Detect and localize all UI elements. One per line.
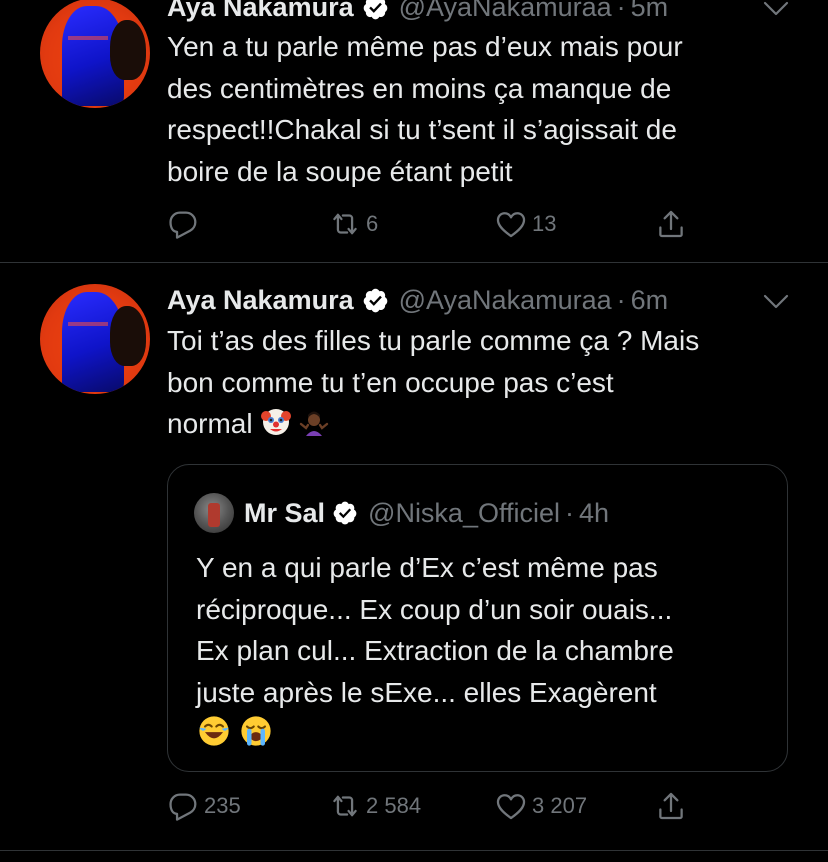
avatar-caption — [68, 36, 108, 40]
chevron-down-icon[interactable] — [762, 293, 790, 311]
like-button[interactable]: 3 207 — [494, 788, 587, 824]
quoted-author-name: Mr Sal — [244, 497, 326, 528]
share-icon — [654, 789, 688, 823]
reply-icon — [166, 789, 200, 823]
separator-dot: · — [616, 0, 626, 22]
tweet-actions: 235 2 584 3 207 — [166, 788, 726, 824]
reply-button[interactable] — [166, 206, 204, 242]
avatar-caption — [68, 322, 108, 326]
tweet-header: Aya Nakamura @AyaNakamuraa · 5m — [167, 0, 668, 24]
retweet-count: 2 584 — [366, 793, 422, 818]
retweet-icon — [328, 207, 362, 241]
verified-icon — [362, 287, 389, 314]
face-with-tears-of-joy-emoji — [196, 713, 232, 749]
like-icon — [494, 789, 528, 823]
tweet-timestamp[interactable]: 5m — [631, 0, 669, 23]
like-count: 3 207 — [532, 793, 588, 818]
author-name[interactable]: Aya Nakamura — [167, 0, 354, 23]
quoted-timestamp: 4h — [579, 497, 610, 528]
separator-dot: · — [565, 497, 574, 528]
tweet-timestamp[interactable]: 6m — [631, 285, 669, 316]
quoted-emoji-row — [196, 713, 280, 749]
avatar[interactable] — [40, 0, 150, 108]
tweet-text-body: Toi t’as des filles tu parle comme ça ? … — [167, 325, 700, 439]
reply-count: 235 — [204, 793, 241, 818]
like-icon — [494, 207, 528, 241]
quoted-tweet[interactable]: Mr Sal @Niska_Officiel · 4h Y en a qui p… — [167, 464, 788, 772]
verified-icon — [362, 0, 389, 21]
tweet-text: Toi t’as des filles tu parle comme ça ? … — [167, 320, 807, 445]
quoted-tweet-text: Y en a qui parle d’Ex c’est même pas réc… — [196, 552, 674, 708]
clown-face-emoji — [260, 406, 292, 438]
author-name[interactable]: Aya Nakamura — [167, 285, 354, 316]
person-shrugging-emoji — [298, 406, 330, 438]
quoted-avatar — [194, 493, 234, 533]
share-icon — [654, 207, 688, 241]
retweet-count: 6 — [366, 211, 379, 236]
retweet-button[interactable]: 6 — [328, 206, 378, 242]
timeline-feed: Aya Nakamura @AyaNakamuraa · 5m Yen a tu… — [0, 0, 828, 862]
avatar-face — [110, 20, 146, 80]
loudly-crying-face-emoji — [238, 713, 274, 749]
share-button[interactable] — [654, 206, 688, 242]
author-handle[interactable]: @AyaNakamuraa — [399, 285, 612, 316]
reply-icon — [166, 207, 200, 241]
tweet[interactable]: Aya Nakamura @AyaNakamuraa · 6m Toi t’as… — [0, 264, 828, 852]
tweet-header: Aya Nakamura @AyaNakamuraa · 6m — [167, 283, 668, 317]
avatar[interactable] — [40, 284, 150, 394]
divider — [0, 850, 828, 851]
verified-icon — [332, 500, 358, 526]
like-button[interactable]: 13 — [494, 206, 556, 242]
quoted-author-handle: @Niska_Officiel — [368, 497, 560, 528]
retweet-button[interactable]: 2 584 — [328, 788, 421, 824]
share-button[interactable] — [654, 788, 688, 824]
tweet[interactable]: Aya Nakamura @AyaNakamuraa · 5m Yen a tu… — [0, 0, 828, 262]
retweet-icon — [328, 789, 362, 823]
divider — [0, 262, 828, 263]
quoted-tweet-header: Mr Sal @Niska_Officiel · 4h — [194, 493, 609, 533]
avatar-face — [110, 306, 146, 366]
reply-button[interactable]: 235 — [166, 788, 241, 824]
separator-dot: · — [616, 284, 626, 315]
tweet-actions: 6 13 — [166, 206, 726, 242]
tweet-text: Yen a tu parle même pas d’eux mais pour … — [167, 31, 683, 187]
like-count: 13 — [532, 211, 557, 236]
author-handle[interactable]: @AyaNakamuraa — [399, 0, 612, 23]
chevron-down-icon[interactable] — [762, 0, 790, 18]
